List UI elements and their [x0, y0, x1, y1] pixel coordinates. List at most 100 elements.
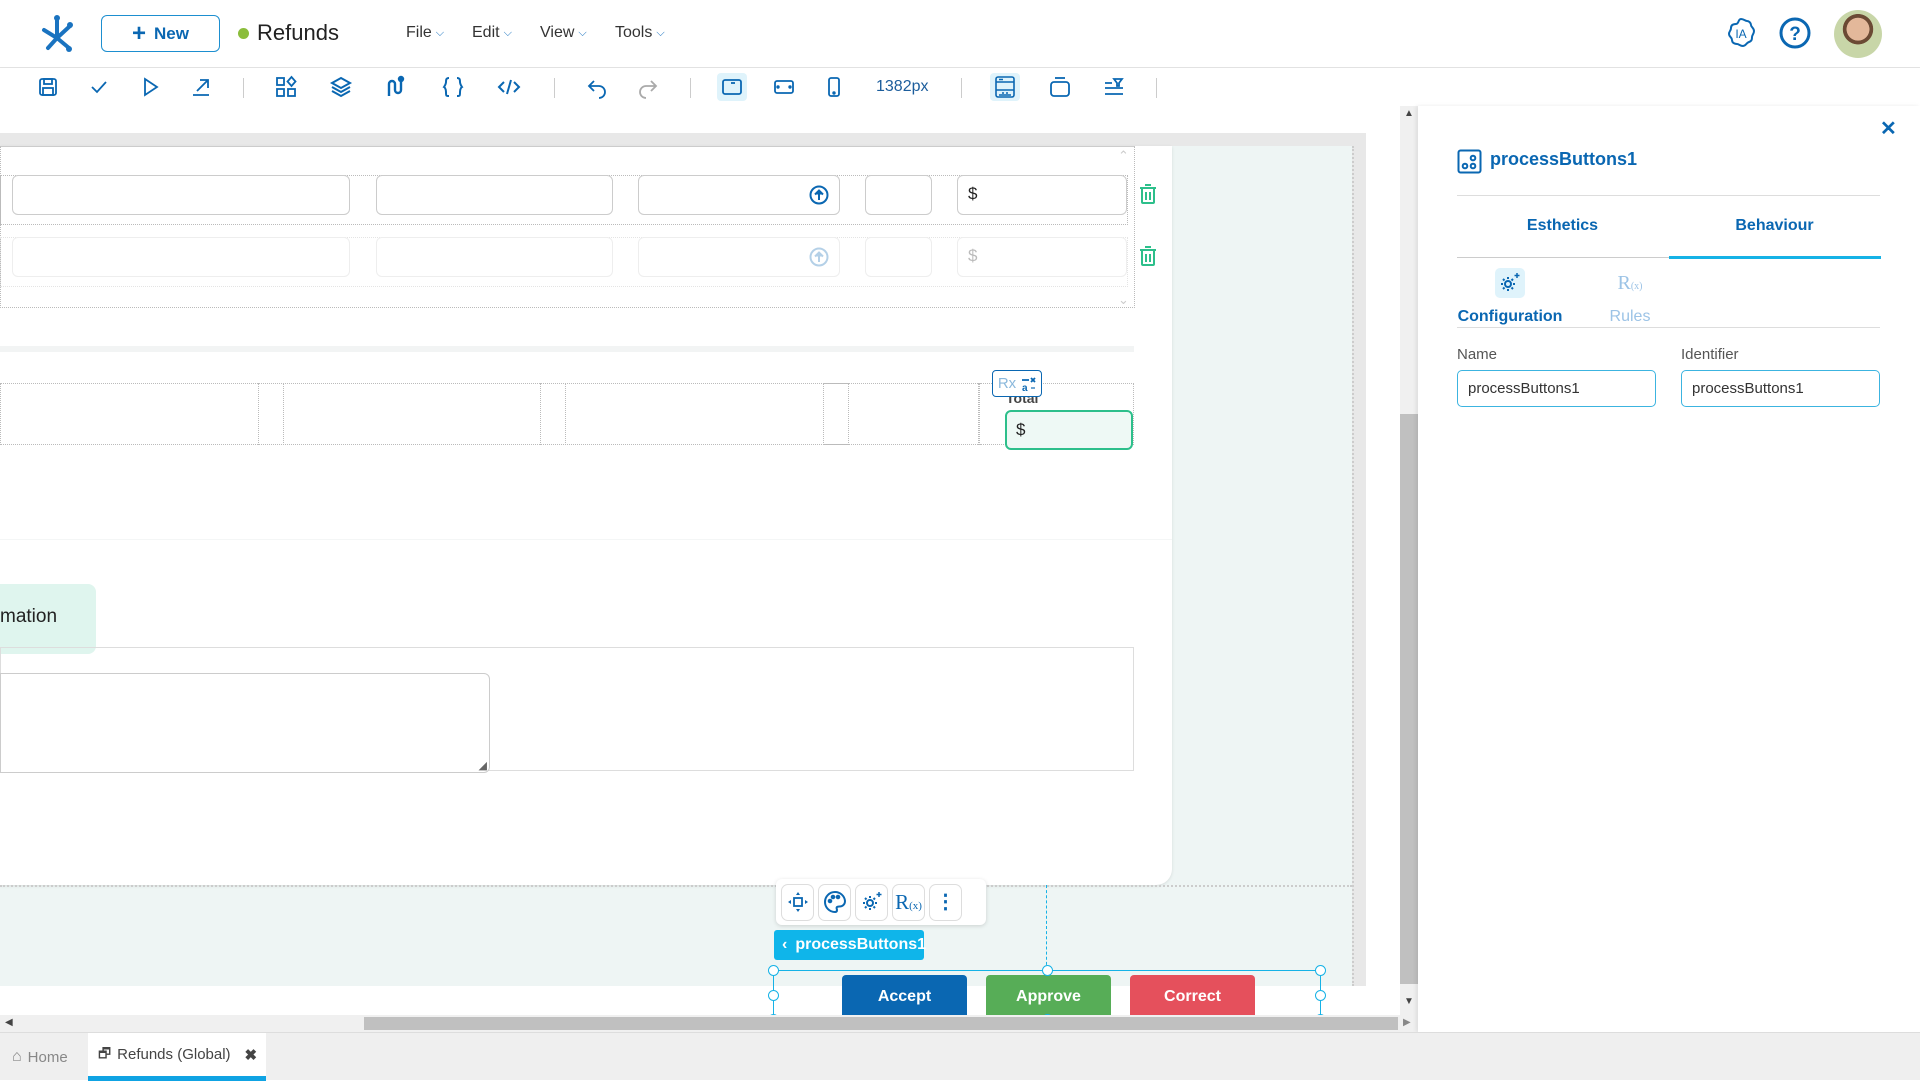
- app-logo-icon[interactable]: [36, 12, 78, 54]
- scroll-right-arrow-icon[interactable]: ▶: [1403, 1017, 1411, 1028]
- subtab-rules[interactable]: R(x) Rules: [1598, 268, 1662, 326]
- vertical-scrollbar[interactable]: ▲ ▼: [1400, 106, 1418, 1015]
- mobile-view-icon[interactable]: [819, 73, 849, 101]
- scroll-down-arrow-icon[interactable]: ▼: [1404, 996, 1414, 1007]
- help-icon[interactable]: ?: [1778, 16, 1812, 50]
- process-buttons-component[interactable]: Accept Approve Correct: [768, 965, 1326, 1015]
- currency-symbol: $: [1016, 420, 1026, 439]
- form-card: ⌃ ⌄ $ $ Total Rx a $ mation ◢: [0, 146, 1172, 885]
- scroll-up-arrow-icon[interactable]: ▲: [1404, 108, 1414, 119]
- approve-button[interactable]: Approve: [986, 975, 1111, 1015]
- upload-icon[interactable]: [809, 185, 829, 205]
- top-bar: + New Refunds File ⌵ Edit ⌵ View ⌵ Tools ⌵ I…: [0, 0, 1920, 68]
- grid-cell-input[interactable]: [865, 237, 932, 277]
- selected-component-breadcrumb[interactable]: ‹ processButtons1: [774, 930, 926, 960]
- resize-handle[interactable]: [768, 990, 779, 1001]
- identifier-input[interactable]: [1681, 370, 1880, 407]
- resize-handle-icon[interactable]: ◢: [479, 759, 487, 772]
- layers-icon[interactable]: [326, 73, 356, 101]
- file-upload-input[interactable]: [638, 237, 840, 277]
- amount-input[interactable]: $: [957, 237, 1127, 277]
- grid-cell-input[interactable]: [12, 237, 350, 277]
- close-icon[interactable]: ✕: [1880, 116, 1897, 141]
- textarea-field[interactable]: ◢: [0, 673, 490, 773]
- form-boundary: [0, 885, 1352, 887]
- tab-behaviour[interactable]: Behaviour: [1669, 217, 1880, 235]
- delete-row-icon[interactable]: [1137, 245, 1159, 267]
- menu-edit[interactable]: Edit ⌵: [472, 24, 512, 42]
- menu-label: View: [540, 24, 575, 41]
- section-tab[interactable]: mation: [0, 584, 96, 654]
- resize-handle[interactable]: [768, 965, 779, 976]
- more-options-icon[interactable]: ⋮: [929, 883, 962, 921]
- gear-sparkle-icon[interactable]: [855, 883, 888, 921]
- page-layout-icon[interactable]: [990, 73, 1020, 101]
- tab-label: Home: [27, 1048, 68, 1066]
- ia-assistant-icon[interactable]: IA: [1724, 16, 1758, 50]
- tab-refunds-global[interactable]: 🗗 Refunds (Global) ✖: [88, 1033, 266, 1081]
- delete-row-icon[interactable]: [1137, 183, 1159, 205]
- app-title: Refunds: [257, 20, 339, 45]
- resize-handle[interactable]: [1042, 965, 1053, 976]
- user-avatar[interactable]: [1834, 10, 1882, 58]
- grid-cell-input[interactable]: [865, 175, 932, 215]
- components-icon[interactable]: [271, 73, 301, 101]
- correct-button[interactable]: Correct: [1130, 975, 1255, 1015]
- play-icon[interactable]: [135, 73, 165, 101]
- menu-label: File: [406, 24, 432, 41]
- resize-handle[interactable]: [1315, 990, 1326, 1001]
- name-input[interactable]: [1457, 370, 1656, 407]
- subtab-label: Configuration: [1457, 308, 1563, 325]
- design-canvas[interactable]: ⌃ ⌄ $ $ Total Rx a $ mation ◢ R(x) ⋮ ‹ p…: [0, 106, 1400, 1015]
- filter-bar-icon[interactable]: [1099, 73, 1129, 101]
- new-button[interactable]: + New: [101, 15, 220, 52]
- menu-file[interactable]: File ⌵: [406, 24, 444, 42]
- palette-icon[interactable]: [818, 883, 851, 921]
- file-upload-input[interactable]: [638, 175, 840, 215]
- code-icon[interactable]: [494, 73, 524, 101]
- check-icon[interactable]: [84, 73, 114, 101]
- tab-label: Refunds (Global): [117, 1046, 231, 1063]
- toolbar-divider: [690, 78, 691, 98]
- braces-icon[interactable]: [438, 73, 468, 101]
- move-icon[interactable]: [781, 883, 814, 921]
- subtab-label: Rules: [1609, 308, 1651, 325]
- subtab-configuration[interactable]: Configuration: [1457, 268, 1563, 326]
- flow-icon[interactable]: [381, 73, 411, 101]
- active-tab-indicator: [1669, 256, 1881, 259]
- total-amount-input[interactable]: $: [1005, 410, 1133, 450]
- grid-cell-input[interactable]: [12, 175, 350, 215]
- divider: [1457, 195, 1880, 196]
- close-tab-icon[interactable]: ✖: [245, 1046, 258, 1064]
- export-icon[interactable]: [186, 73, 216, 101]
- redo-icon[interactable]: [633, 73, 663, 101]
- upload-icon[interactable]: [809, 247, 829, 267]
- resize-handle[interactable]: [1315, 965, 1326, 976]
- accept-button[interactable]: Accept: [842, 975, 967, 1015]
- save-icon[interactable]: [33, 73, 63, 101]
- menu-view[interactable]: View ⌵: [540, 24, 587, 42]
- desktop-view-icon[interactable]: [717, 73, 747, 101]
- totals-row: [0, 383, 1134, 445]
- window-icon[interactable]: [1045, 73, 1075, 101]
- spacer-cell: [540, 383, 566, 445]
- menu-label: Tools: [615, 24, 653, 41]
- menu-tools[interactable]: Tools ⌵: [615, 24, 665, 42]
- grid-cell-input[interactable]: [376, 175, 613, 215]
- grid-cell-input[interactable]: [376, 237, 613, 277]
- scroll-left-arrow-icon[interactable]: ◀: [5, 1017, 13, 1028]
- undo-icon[interactable]: [582, 73, 612, 101]
- rules-icon[interactable]: R(x): [892, 883, 925, 921]
- amount-input[interactable]: $: [957, 175, 1127, 215]
- currency-symbol: $: [968, 246, 978, 265]
- horizontal-scroll-thumb[interactable]: [364, 1017, 1398, 1030]
- tab-esthetics[interactable]: Esthetics: [1457, 217, 1668, 235]
- scroll-up-icon[interactable]: ⌃: [1118, 148, 1129, 164]
- tablet-view-icon[interactable]: [769, 73, 799, 101]
- tab-home[interactable]: ⌂ Home: [12, 1033, 68, 1081]
- scroll-down-icon[interactable]: ⌄: [1118, 292, 1129, 308]
- vertical-scroll-thumb[interactable]: [1400, 414, 1418, 984]
- rules-badge[interactable]: Rx a: [992, 370, 1042, 397]
- horizontal-scrollbar[interactable]: ◀ ▶: [0, 1015, 1418, 1032]
- formula-icon: a: [1022, 376, 1036, 392]
